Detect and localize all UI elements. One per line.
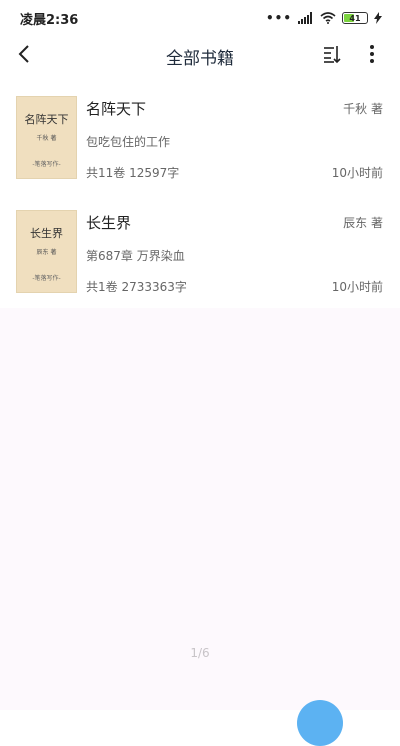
battery-icon: 41 [342,12,368,24]
status-icons: ••• 41 [266,11,382,25]
book-author: 千秋 著 [343,102,383,116]
more-vertical-icon [370,45,374,63]
book-item[interactable]: 长生界 辰东 著 -笔落写作- 长生界 辰东 著 第687章 万界染血 共1卷 … [0,198,400,298]
battery-level: 41 [349,13,361,23]
more-options-button[interactable] [358,40,386,68]
book-updated-time: 10小时前 [331,280,383,294]
status-time: 凌晨2:36 [20,12,79,28]
book-latest-chapter: 第687章 万界染血 [86,249,185,263]
signal-icon [298,12,312,24]
book-title: 长生界 [86,214,132,232]
book-cover: 名阵天下 千秋 著 -笔落写作- [16,96,77,179]
sort-button[interactable] [318,40,346,68]
chevron-left-icon [18,45,29,63]
charging-icon [374,12,382,24]
back-button[interactable] [10,40,38,68]
cover-brand: -笔落写作- [32,275,61,282]
book-cover: 长生界 辰东 著 -笔落写作- [16,210,77,293]
book-title: 名阵天下 [86,100,147,118]
app-bar: 全部书籍 [0,36,400,72]
cover-title: 长生界 [30,227,63,240]
cover-brand: -笔落写作- [32,161,61,168]
cover-author: 辰东 著 [36,249,57,256]
book-latest-chapter: 包吃包住的工作 [86,135,171,149]
book-updated-time: 10小时前 [331,166,383,180]
book-item[interactable]: 名阵天下 千秋 著 -笔落写作- 名阵天下 千秋 著 包吃包住的工作 共11卷 … [0,84,400,184]
book-author: 辰东 著 [343,216,383,230]
book-stats: 共1卷 2733363字 [86,280,187,294]
wifi-icon [320,12,336,24]
floating-action-button[interactable] [297,700,343,746]
more-notifications-icon: ••• [265,11,292,25]
status-bar: 凌晨2:36 ••• 41 [0,0,400,36]
cover-author: 千秋 著 [36,135,57,142]
book-list: 名阵天下 千秋 著 -笔落写作- 名阵天下 千秋 著 包吃包住的工作 共11卷 … [0,84,400,308]
cover-title: 名阵天下 [24,113,69,126]
page-indicator: 1/6 [190,646,210,660]
sort-icon [324,46,341,64]
book-stats: 共11卷 12597字 [86,166,180,180]
